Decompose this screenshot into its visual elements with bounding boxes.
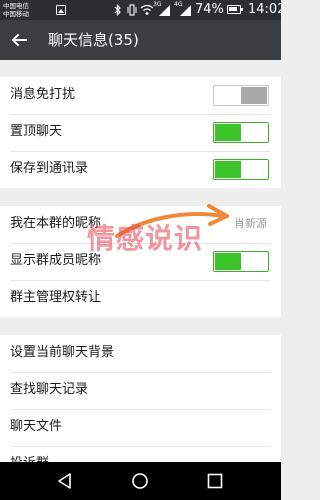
row-label: 消息免打扰 xyxy=(10,87,76,102)
back-triangle-icon[interactable] xyxy=(55,471,75,491)
back-arrow-icon xyxy=(11,33,27,47)
status-time: 14:02 xyxy=(248,2,281,17)
carrier-1: 中国电信 xyxy=(3,2,29,10)
bluetooth-icon xyxy=(114,4,121,16)
mute-toggle[interactable] xyxy=(213,85,269,106)
toggle-knob xyxy=(215,253,241,270)
screen: 中国电信 中国移动 3G 4G 74% 14:02 xyxy=(0,0,281,500)
row-label: 设置当前聊天背景 xyxy=(10,345,115,360)
pin-chat-toggle[interactable] xyxy=(213,122,269,143)
toggle-knob xyxy=(215,161,241,178)
battery-percent: 74% xyxy=(195,2,224,17)
row-chat-files[interactable]: 聊天文件 xyxy=(0,409,281,446)
nickname-value: 肖新源 xyxy=(234,217,267,230)
action-bar: 聊天信息(35) xyxy=(0,20,281,60)
network-1: 3G xyxy=(153,1,162,8)
row-label: 保存到通讯录 xyxy=(10,161,89,176)
show-nicknames-toggle[interactable] xyxy=(213,251,269,272)
watermark-text: 情感说识 xyxy=(87,222,204,255)
vibrate-icon xyxy=(127,4,137,16)
row-save-to-contacts[interactable]: 保存到通讯录 xyxy=(0,151,281,188)
home-circle-icon[interactable] xyxy=(130,471,150,491)
navigation-bar xyxy=(0,462,281,500)
row-mute-notifications[interactable]: 消息免打扰 xyxy=(0,77,281,114)
toggle-knob xyxy=(215,124,241,141)
row-pin-chat[interactable]: 置顶聊天 xyxy=(0,114,281,151)
settings-group-notifications: 消息免打扰 置顶聊天 保存到通讯录 xyxy=(0,77,281,188)
row-label: 聊天文件 xyxy=(10,419,63,434)
row-label: 置顶聊天 xyxy=(10,124,63,139)
carrier-labels: 中国电信 中国移动 xyxy=(3,2,29,18)
row-label: 查找聊天记录 xyxy=(10,382,89,397)
battery-icon xyxy=(227,5,243,14)
status-bar: 中国电信 中国移动 3G 4G 74% 14:02 xyxy=(0,0,281,20)
recents-square-icon[interactable] xyxy=(205,471,225,491)
carrier-2: 中国移动 xyxy=(3,10,29,18)
toggle-knob xyxy=(241,87,267,104)
back-button[interactable] xyxy=(6,26,34,54)
row-transfer-ownership[interactable]: 群主管理权转让 xyxy=(0,280,281,317)
row-set-chat-background[interactable]: 设置当前聊天背景 xyxy=(0,335,281,372)
row-label: 显示群成员昵称 xyxy=(10,253,102,268)
image-icon xyxy=(56,5,66,15)
save-contacts-toggle[interactable] xyxy=(213,159,269,180)
network-2: 4G xyxy=(174,1,183,8)
row-label: 群主管理权转让 xyxy=(10,290,102,305)
settings-group-chat-tools: 设置当前聊天背景 查找聊天记录 聊天文件 投诉群 xyxy=(0,335,281,483)
row-search-chat-history[interactable]: 查找聊天记录 xyxy=(0,372,281,409)
page-title: 聊天信息(35) xyxy=(48,31,139,49)
wifi-icon xyxy=(140,4,154,15)
